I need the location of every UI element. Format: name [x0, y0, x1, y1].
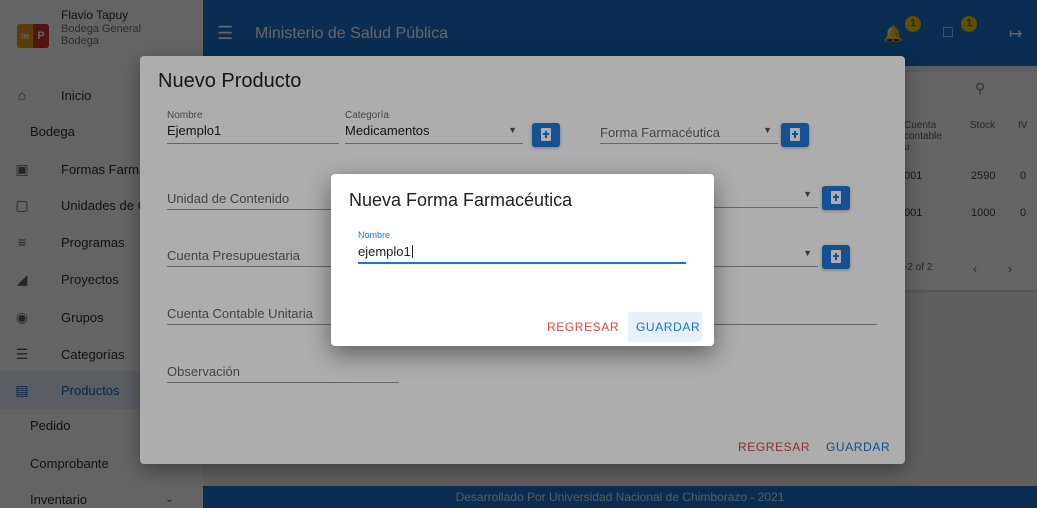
forma-nombre-input[interactable]: Nombre ejemplo1	[358, 230, 686, 264]
forma-save-button[interactable]: GUARDAR	[628, 312, 702, 342]
forma-back-button[interactable]: REGRESAR	[547, 320, 619, 334]
text-cursor	[411, 245, 413, 258]
forma-save-label: GUARDAR	[636, 320, 701, 334]
new-forma-farmaceutica-dialog: Nueva Forma Farmacéutica Nombre ejemplo1…	[331, 174, 714, 346]
forma-nombre-label: Nombre	[358, 230, 391, 240]
dialog-title: Nueva Forma Farmacéutica	[349, 190, 573, 210]
forma-nombre-value: ejemplo1	[358, 244, 413, 259]
forma-nombre-text: ejemplo1	[358, 244, 411, 259]
